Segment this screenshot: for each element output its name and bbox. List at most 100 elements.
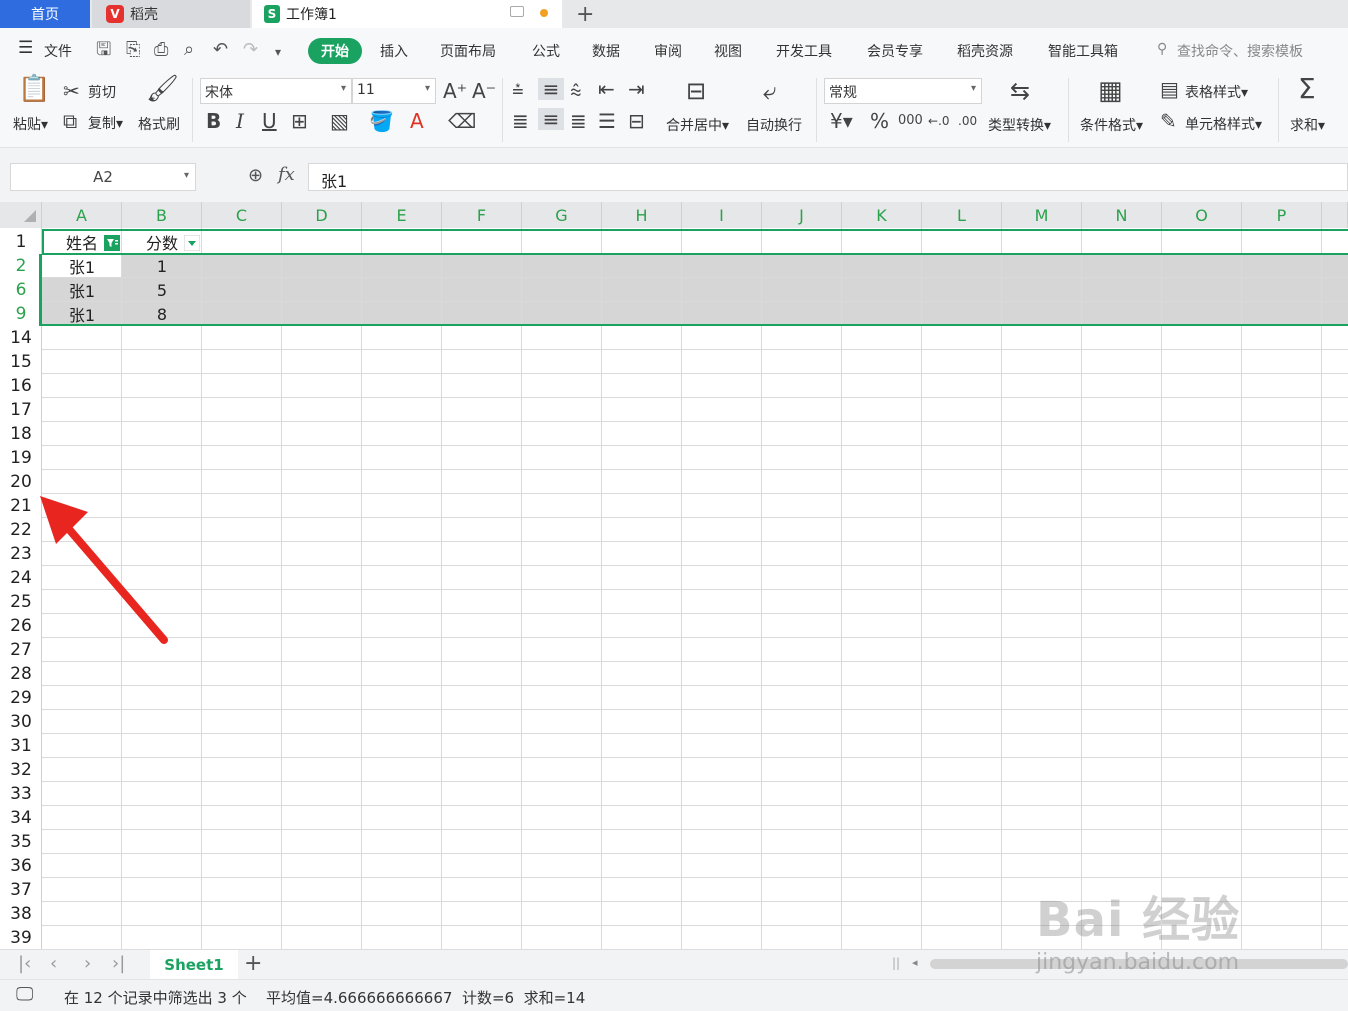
format-painter-button[interactable]: 格式刷 <box>138 114 180 134</box>
monitor-icon[interactable] <box>510 6 524 17</box>
table-cell[interactable]: 5 <box>122 278 202 302</box>
wrap-text-icon[interactable]: ⤶ <box>763 79 776 103</box>
row-header[interactable]: 30 <box>0 710 42 734</box>
decrease-decimal-icon[interactable]: .00 <box>958 110 977 132</box>
table-cell[interactable]: 张1 <box>42 278 122 302</box>
row-header[interactable]: 36 <box>0 854 42 878</box>
table-style-icon[interactable]: ▤ <box>1160 78 1179 100</box>
column-header[interactable]: I <box>682 202 762 228</box>
column-header[interactable]: J <box>762 202 842 228</box>
next-sheet-icon[interactable]: › <box>84 953 91 974</box>
row-header[interactable]: 38 <box>0 902 42 926</box>
menu-insert[interactable]: 插入 <box>380 41 408 61</box>
row-header[interactable]: 34 <box>0 806 42 830</box>
border-icon[interactable]: ⊞ <box>291 110 308 132</box>
row-header[interactable]: 6 <box>0 278 42 302</box>
format-painter-icon[interactable]: 🖌 <box>146 76 179 102</box>
align-middle-icon[interactable]: ≡ <box>538 78 564 100</box>
row-header[interactable]: 35 <box>0 830 42 854</box>
zoom-icon[interactable]: ⊕ <box>248 165 263 186</box>
menu-view[interactable]: 视图 <box>714 41 742 61</box>
print-icon[interactable]: ⎙ <box>154 40 168 60</box>
cut-button[interactable]: 剪切 <box>88 82 116 102</box>
copy-icon[interactable]: ⧉ <box>63 110 77 132</box>
split-handle-icon[interactable]: || <box>892 956 900 970</box>
print-preview-icon[interactable]: ⌕ <box>184 40 194 60</box>
hamburger-icon[interactable]: ☰ <box>18 38 33 58</box>
scissors-icon[interactable]: ✂ <box>63 80 80 102</box>
align-center-icon[interactable]: ≡ <box>538 108 564 130</box>
tab-daoke[interactable]: V 稻壳 <box>92 0 250 28</box>
tab-home[interactable]: 首页 <box>0 0 90 28</box>
menu-file[interactable]: 文件 <box>44 41 72 61</box>
new-tab-button[interactable]: + <box>576 0 594 28</box>
eraser-icon[interactable]: ⌫ <box>448 110 476 132</box>
conditional-format-button[interactable]: 条件格式▾ <box>1080 115 1143 135</box>
type-convert-button[interactable]: 类型转换▾ <box>988 115 1051 135</box>
command-search[interactable]: 查找命令、搜索模板 <box>1177 41 1303 61</box>
increase-font-icon[interactable]: A⁺ <box>443 80 467 102</box>
sum-button[interactable]: 求和▾ <box>1290 115 1325 135</box>
column-header[interactable]: N <box>1082 202 1162 228</box>
row-header[interactable]: 39 <box>0 926 42 950</box>
font-size-select[interactable]: 11 ▾ <box>352 78 436 104</box>
fx-icon[interactable]: fx <box>278 164 295 185</box>
select-all-corner[interactable] <box>0 202 42 228</box>
table-cell[interactable]: 张1 <box>42 254 122 278</box>
decrease-font-icon[interactable]: A⁻ <box>472 80 496 102</box>
menu-smart-toolbox[interactable]: 智能工具箱 <box>1048 41 1118 61</box>
paste-icon[interactable]: 📋 <box>18 76 50 102</box>
align-left-icon[interactable]: ≣ <box>512 110 529 132</box>
convert-icon[interactable]: ⇆ <box>1010 79 1030 103</box>
save-icon[interactable]: 🖫 <box>96 40 111 60</box>
paste-button[interactable]: 粘贴▾ <box>13 114 48 134</box>
spreadsheet-grid[interactable]: ABCDEFGHIJKLMNOP 1 2 6 9 14 15 16 17 18 19 20 21 22 2… <box>0 202 1348 950</box>
cell-fill-pattern-icon[interactable]: ▧ <box>330 110 349 132</box>
fill-color-icon[interactable]: 🪣 <box>369 110 394 132</box>
increase-decimal-icon[interactable]: ←.0 <box>928 110 950 132</box>
redo-icon[interactable]: ↷ <box>243 40 258 60</box>
screen-icon[interactable]: 🖵 <box>16 984 33 1005</box>
add-sheet-button[interactable]: + <box>244 951 262 976</box>
row-header[interactable]: 14 <box>0 326 42 350</box>
currency-icon[interactable]: ¥▾ <box>830 110 853 132</box>
row-header[interactable]: 17 <box>0 398 42 422</box>
table-cell[interactable]: 1 <box>122 254 202 278</box>
justify-icon[interactable]: ☰ <box>598 110 616 132</box>
sum-icon[interactable]: Σ <box>1298 75 1316 103</box>
italic-icon[interactable]: I <box>236 110 244 132</box>
row-header[interactable]: 31 <box>0 734 42 758</box>
row-header[interactable]: 18 <box>0 422 42 446</box>
row-header[interactable]: 29 <box>0 686 42 710</box>
column-header[interactable]: P <box>1242 202 1322 228</box>
formula-input[interactable]: 张1 <box>308 163 1348 191</box>
row-header[interactable]: 32 <box>0 758 42 782</box>
table-style-button[interactable]: 表格样式▾ <box>1185 82 1248 102</box>
column-header[interactable]: L <box>922 202 1002 228</box>
column-header[interactable]: G <box>522 202 602 228</box>
export-icon[interactable]: ⎘ <box>126 40 140 60</box>
conditional-format-icon[interactable]: ▦ <box>1098 78 1123 104</box>
bold-icon[interactable]: B <box>206 110 221 132</box>
menu-daoke-resources[interactable]: 稻壳资源 <box>957 41 1013 61</box>
percent-icon[interactable]: % <box>870 110 889 132</box>
prev-sheet-icon[interactable]: ‹ <box>50 953 57 974</box>
search-icon[interactable]: ⚲ <box>1157 41 1167 57</box>
menu-formula[interactable]: 公式 <box>532 41 560 61</box>
undo-icon[interactable]: ↶ <box>213 40 228 60</box>
column-header[interactable]: D <box>282 202 362 228</box>
merge-center-icon[interactable]: ⊟ <box>686 79 706 103</box>
table-cell[interactable]: 张1 <box>42 302 122 326</box>
menu-developer[interactable]: 开发工具 <box>776 41 832 61</box>
column-header[interactable]: A <box>42 202 122 228</box>
row-header[interactable]: 28 <box>0 662 42 686</box>
row-header[interactable]: 37 <box>0 878 42 902</box>
font-name-select[interactable]: 宋体 ▾ <box>200 78 352 104</box>
wrap-text-button[interactable]: 自动换行 <box>746 115 802 135</box>
cell-style-icon[interactable]: ✎ <box>1160 110 1177 132</box>
number-format-select[interactable]: 常规 ▾ <box>824 78 982 104</box>
menu-start[interactable]: 开始 <box>308 38 362 64</box>
menu-page-layout[interactable]: 页面布局 <box>440 41 496 61</box>
menu-data[interactable]: 数据 <box>592 41 620 61</box>
menu-review[interactable]: 审阅 <box>654 41 682 61</box>
